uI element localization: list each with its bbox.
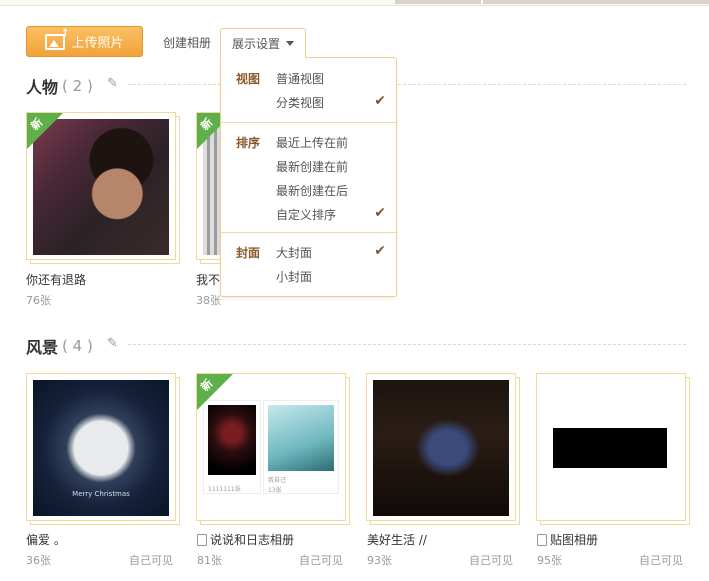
upload-photo-button[interactable]: 上传照片 bbox=[26, 26, 143, 57]
album-name[interactable]: 偏爱 。 bbox=[26, 531, 66, 548]
view-heading: 视图 bbox=[236, 72, 261, 86]
check-icon: ✔ bbox=[374, 243, 386, 259]
sort-group: 排序 最近上传在前 最新创建在前 最新创建在后 自定义排序 ✔ bbox=[221, 122, 396, 232]
album-visibility: 自己可见 bbox=[129, 554, 173, 567]
section-divider bbox=[128, 84, 686, 85]
menu-item-recent-upload[interactable]: 最近上传在前 bbox=[276, 134, 386, 154]
upload-photo-icon bbox=[45, 28, 69, 50]
album-name[interactable]: 你还有退路 bbox=[26, 271, 86, 288]
album-cover bbox=[553, 428, 667, 468]
document-icon bbox=[537, 533, 547, 546]
album-card[interactable] bbox=[536, 373, 686, 521]
mini-cover: 1111111张 bbox=[203, 400, 261, 494]
album-photo-count: 81张 bbox=[197, 554, 222, 567]
display-settings-label: 展示设置 bbox=[231, 37, 280, 51]
album-cover bbox=[373, 380, 509, 516]
pencil-icon[interactable]: ✎ bbox=[107, 336, 121, 351]
menu-item-custom-sort[interactable]: 自定义排序 ✔ bbox=[276, 205, 386, 226]
pencil-icon[interactable]: ✎ bbox=[107, 76, 121, 91]
album-cover: Merry Christmas bbox=[33, 380, 169, 516]
caret-down-icon bbox=[286, 41, 294, 46]
section-title-people: 人物 ( 2 ) bbox=[26, 77, 93, 97]
top-border bbox=[0, 0, 709, 6]
album-name[interactable]: 说说和日志相册 bbox=[197, 531, 294, 548]
cover-group: 封面 大封面 ✔ 小封面 bbox=[221, 232, 396, 296]
album-name[interactable]: 美好生活 // bbox=[367, 531, 427, 548]
menu-item-large-cover[interactable]: 大封面 ✔ bbox=[276, 243, 386, 264]
album-name[interactable]: 我不 bbox=[196, 271, 220, 288]
display-settings-dropdown: 视图 普通视图 分类视图 ✔ 排序 最近上传在前 最新创建在前 最新创建在后 自定… bbox=[220, 57, 397, 297]
album-card[interactable] bbox=[366, 373, 516, 521]
album-card[interactable]: Merry Christmas bbox=[26, 373, 176, 521]
document-icon bbox=[197, 533, 207, 546]
album-photo-count: 36张 bbox=[26, 554, 51, 567]
menu-item-category-view[interactable]: 分类视图 ✔ bbox=[276, 93, 386, 114]
sort-heading: 排序 bbox=[236, 136, 261, 150]
album-card[interactable]: 1111111张 我自己 13张 新 bbox=[196, 373, 346, 521]
cover-heading: 封面 bbox=[236, 246, 261, 260]
album-card[interactable]: 新 bbox=[26, 112, 176, 260]
upload-photo-label: 上传照片 bbox=[71, 36, 124, 51]
album-visibility: 自己可见 bbox=[639, 554, 683, 567]
album-visibility: 自己可见 bbox=[469, 554, 513, 567]
menu-item-newest-created[interactable]: 最新创建在前 bbox=[276, 158, 386, 178]
album-photo-count: 38张 bbox=[196, 294, 221, 307]
create-album-link[interactable]: 创建相册 bbox=[163, 34, 211, 51]
check-icon: ✔ bbox=[374, 205, 386, 221]
menu-item-normal-view[interactable]: 普通视图 bbox=[276, 70, 386, 90]
display-settings-button[interactable]: 展示设置 bbox=[220, 28, 306, 58]
album-photo-count: 93张 bbox=[367, 554, 392, 567]
album-photo-count: 76张 bbox=[26, 294, 51, 307]
mini-cover: 我自己 13张 bbox=[263, 400, 339, 494]
view-group: 视图 普通视图 分类视图 ✔ bbox=[221, 58, 396, 122]
section-divider bbox=[128, 344, 686, 345]
album-name[interactable]: 贴图相册 bbox=[537, 531, 598, 548]
section-title-scenery: 风景 ( 4 ) bbox=[26, 337, 93, 357]
check-icon: ✔ bbox=[374, 93, 386, 109]
menu-item-oldest-created[interactable]: 最新创建在后 bbox=[276, 182, 386, 202]
menu-item-small-cover[interactable]: 小封面 bbox=[276, 268, 386, 288]
album-visibility: 自己可见 bbox=[299, 554, 343, 567]
album-photo-count: 95张 bbox=[537, 554, 562, 567]
